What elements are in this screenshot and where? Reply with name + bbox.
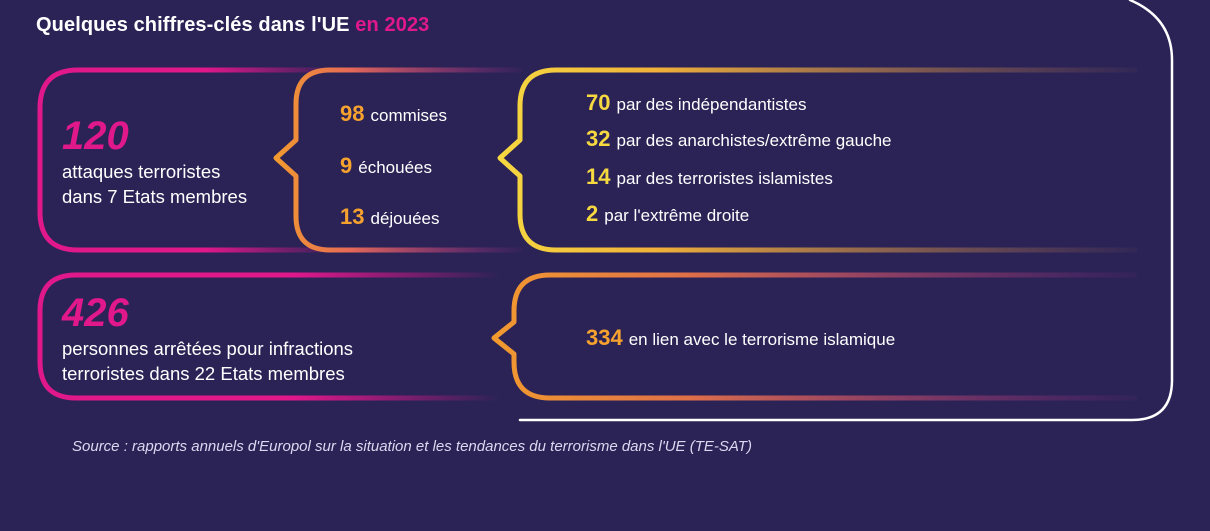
perpetrator-label: par des indépendantistes	[616, 95, 807, 114]
attacks-desc-line1: attaques terroristes	[62, 161, 221, 182]
perpetrator-item: 32 par des anarchistes/extrême gauche	[586, 128, 891, 150]
attacks-total: 120	[62, 114, 129, 158]
breakdown-number: 13	[340, 204, 365, 229]
breakdown-label: commises	[370, 106, 447, 125]
perpetrator-item: 14 par des terroristes islamistes	[586, 166, 833, 188]
perpetrator-number: 70	[586, 90, 611, 115]
perpetrator-label: par des anarchistes/extrême gauche	[616, 131, 892, 150]
arrests-desc-line1: personnes arrêtées pour infractions	[62, 338, 354, 359]
arrest-detail-number: 334	[586, 325, 623, 350]
arrest-detail: 334 en lien avec le terrorisme islamique	[586, 327, 895, 349]
perpetrator-number: 32	[586, 126, 611, 151]
perpetrator-item: 2 par l'extrême droite	[586, 203, 749, 225]
arrests-desc-line2: terroristes dans 22 Etats membres	[62, 363, 345, 384]
breakdown-label: échouées	[358, 158, 432, 177]
perpetrator-number: 2	[586, 201, 599, 226]
breakdown-item-failed: 9 échouées	[340, 155, 432, 177]
breakdown-item-foiled: 13 déjouées	[340, 206, 440, 228]
title-main: Quelques chiffres-clés dans l'UE	[36, 14, 350, 36]
breakdown-number: 98	[340, 101, 365, 126]
perpetrator-label: par l'extrême droite	[604, 206, 750, 225]
breakdown-item-committed: 98 commises	[340, 103, 447, 125]
perpetrator-item: 70 par des indépendantistes	[586, 92, 806, 114]
attacks-desc-line2: dans 7 Etats membres	[62, 186, 248, 207]
perpetrator-number: 14	[586, 164, 611, 189]
page-title: Quelques chiffres-clés dans l'UE en 2023	[36, 14, 429, 37]
title-highlight: en 2023	[355, 14, 430, 36]
perpetrator-label: par des terroristes islamistes	[616, 169, 833, 188]
source-note: Source : rapports annuels d'Europol sur …	[72, 438, 752, 455]
breakdown-number: 9	[340, 153, 353, 178]
arrests-total: 426	[62, 291, 129, 335]
arrest-detail-label: en lien avec le terrorisme islamique	[628, 330, 896, 349]
breakdown-label: déjouées	[370, 209, 440, 228]
